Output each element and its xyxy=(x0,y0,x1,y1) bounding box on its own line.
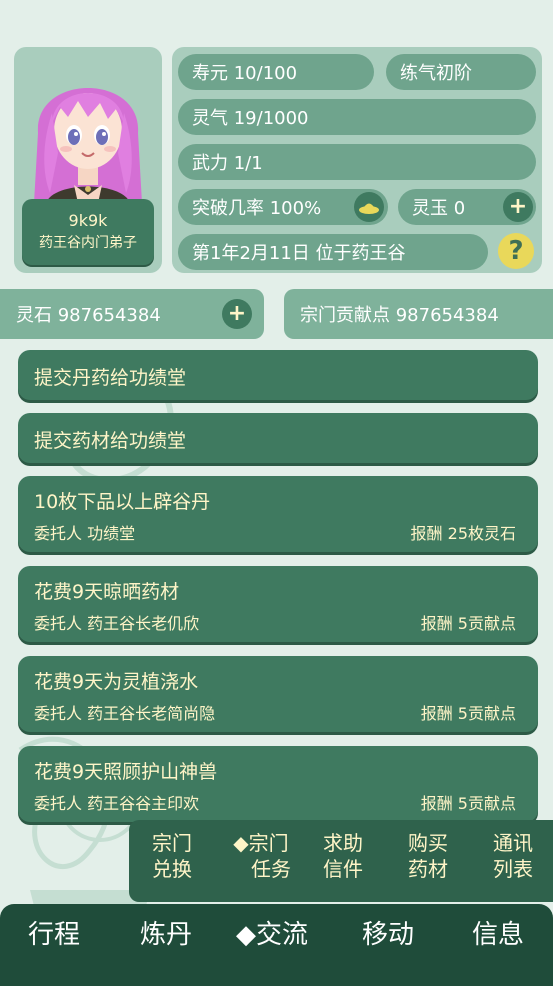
sub-nav-label: 求助 xyxy=(323,831,363,855)
bottom-nav: 行程 炼丹 ◆交流 移动 信息 xyxy=(0,904,553,986)
sub-nav-label: 通讯 xyxy=(493,831,533,855)
jade-label: 灵玉 0 xyxy=(412,198,466,219)
sect-points-bar: 宗门贡献点 987654384 xyxy=(284,289,553,339)
sub-nav-label: ◆宗门 xyxy=(233,831,289,855)
help-button[interactable]: ? xyxy=(498,233,534,269)
task-client: 委托人 药王谷谷主印欢 xyxy=(34,794,200,813)
date-location-stat: 第1年2月11日 位于药王谷 xyxy=(178,234,488,270)
task-reward: 报酬 5贡献点 xyxy=(420,794,516,813)
task-reward: 报酬 5贡献点 xyxy=(420,704,516,723)
spirit-stones-bar: 灵石 987654384 + xyxy=(0,289,264,339)
breakthrough-icon[interactable] xyxy=(354,192,384,222)
task-reward: 报酬 5贡献点 xyxy=(420,614,516,633)
nav-alchemy[interactable]: 炼丹 xyxy=(140,914,192,951)
character-rank: 药王谷内门弟子 xyxy=(39,235,137,251)
task-item-fasting-pills[interactable]: 10枚下品以上辟谷丹 委托人 功绩堂 报酬 25枚灵石 xyxy=(18,476,538,552)
sect-points-label: 宗门贡献点 987654384 xyxy=(300,305,499,326)
nav-itinerary[interactable]: 行程 xyxy=(28,914,80,951)
breakthrough-label: 突破几率 100% xyxy=(192,198,322,219)
task-item-water-plants[interactable]: 花费9天为灵植浇水 委托人 药王谷长老简尚隐 报酬 5贡献点 xyxy=(18,656,538,732)
task-title: 10枚下品以上辟谷丹 xyxy=(34,491,211,513)
character-portrait-card: 9k9k 药王谷内门弟子 xyxy=(14,47,162,273)
nav-social[interactable]: ◆交流 xyxy=(236,914,308,951)
nav-move[interactable]: 移动 xyxy=(362,914,414,951)
add-spirit-stones-button[interactable]: + xyxy=(222,299,252,329)
sect-sub-nav: 宗门 兑换 ◆宗门 任务 求助 信件 购买 药材 通讯 列表 xyxy=(129,820,553,902)
task-item-submit-pills[interactable]: 提交丹药给功绩堂 xyxy=(18,350,538,400)
task-title: 花费9天为灵植浇水 xyxy=(34,671,199,693)
qi-stat: 灵气 19/1000 xyxy=(178,99,536,135)
task-title: 花费9天晾晒药材 xyxy=(34,581,180,603)
task-reward: 报酬 25枚灵石 xyxy=(410,524,516,543)
task-client: 委托人 药王谷长老简尚隐 xyxy=(34,704,216,723)
character-name-badge[interactable]: 9k9k 药王谷内门弟子 xyxy=(22,199,154,265)
sub-nav-help-letters[interactable]: 求助 信件 xyxy=(308,830,378,882)
task-title: 提交药材给功绩堂 xyxy=(34,430,187,452)
stats-panel: 寿元 10/100 练气初阶 灵气 19/1000 武力 1/1 突破几率 10… xyxy=(172,47,542,273)
task-title: 花费9天照顾护山神兽 xyxy=(34,761,218,783)
task-item-dry-herbs[interactable]: 花费9天晾晒药材 委托人 药王谷长老仉欣 报酬 5贡献点 xyxy=(18,566,538,642)
spirit-stones-label: 灵石 987654384 xyxy=(16,305,161,326)
sub-nav-sect-tasks[interactable]: ◆宗门 任务 xyxy=(221,830,301,882)
add-jade-button[interactable]: + xyxy=(503,192,533,222)
realm-stat: 练气初阶 xyxy=(386,54,536,90)
character-name: 9k9k xyxy=(68,211,108,230)
sub-nav-label: 购买 xyxy=(408,831,448,855)
task-item-submit-herbs[interactable]: 提交药材给功绩堂 xyxy=(18,413,538,463)
task-item-guard-beast[interactable]: 花费9天照顾护山神兽 委托人 药王谷谷主印欢 报酬 5贡献点 xyxy=(18,746,538,822)
sub-nav-sect-exchange[interactable]: 宗门 兑换 xyxy=(137,830,207,882)
sub-nav-label: 信件 xyxy=(323,857,363,881)
sub-nav-contacts[interactable]: 通讯 列表 xyxy=(478,830,548,882)
nav-info[interactable]: 信息 xyxy=(472,914,524,951)
sub-nav-label: 兑换 xyxy=(152,857,192,881)
task-client: 委托人 药王谷长老仉欣 xyxy=(34,614,200,633)
power-stat: 武力 1/1 xyxy=(178,144,536,180)
task-client: 委托人 功绩堂 xyxy=(34,524,136,543)
sub-nav-label: 任务 xyxy=(251,857,291,881)
sub-nav-buy-herbs[interactable]: 购买 药材 xyxy=(393,830,463,882)
sub-nav-label: 宗门 xyxy=(152,831,192,855)
task-title: 提交丹药给功绩堂 xyxy=(34,367,187,389)
lifespan-stat: 寿元 10/100 xyxy=(178,54,374,90)
sub-nav-label: 药材 xyxy=(408,857,448,881)
sub-nav-label: 列表 xyxy=(493,857,533,881)
